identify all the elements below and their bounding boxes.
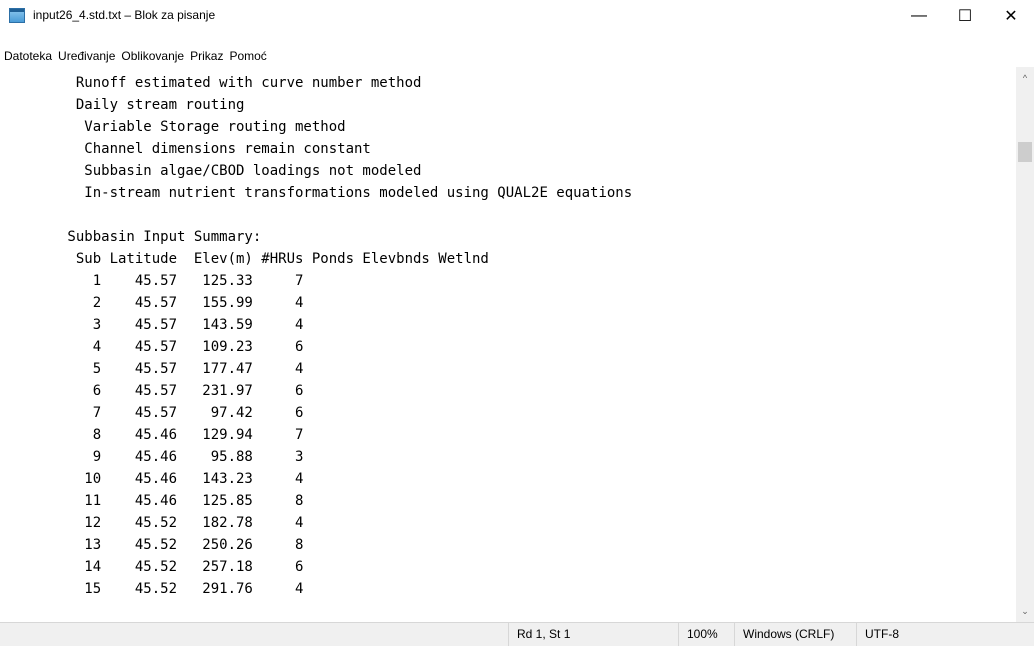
status-cursor-position: Rd 1, St 1 [508,623,678,646]
text-line: 15 45.52 291.76 4 [0,581,304,597]
text-line: 8 45.46 129.94 7 [0,427,304,443]
text-line: Variable Storage routing method [0,119,346,135]
text-line: 11 45.46 125.85 8 [0,493,304,509]
text-line: 1 45.57 125.33 7 [0,273,304,289]
text-line: Sub Latitude Elev(m) #HRUs Ponds Elevbnd… [0,251,489,267]
menu-bar: Datoteka Uređivanje Oblikovanje Prikaz P… [0,46,1034,65]
text-editor[interactable]: Runoff estimated with curve number metho… [0,67,1016,622]
text-line: Runoff estimated with curve number metho… [0,75,422,91]
title-bar: input26_4.std.txt – Blok za pisanje — ☐ … [0,0,1034,31]
text-line: 4 45.57 109.23 6 [0,339,304,355]
status-zoom: 100% [678,623,734,646]
menu-format[interactable]: Oblikovanje [121,49,184,63]
maximize-button[interactable]: ☐ [942,0,988,31]
text-line: 12 45.52 182.78 4 [0,515,304,531]
scroll-up-arrow-icon[interactable]: ^ [1016,69,1034,86]
window-title: input26_4.std.txt – Blok za pisanje [33,8,216,22]
menu-edit[interactable]: Uređivanje [58,49,115,63]
text-line: Channel dimensions remain constant [0,141,371,157]
close-button[interactable]: ✕ [988,0,1034,31]
text-line: 9 45.46 95.88 3 [0,449,304,465]
text-line: In-stream nutrient transformations model… [0,185,633,201]
menu-file[interactable]: Datoteka [4,49,52,63]
minimize-button[interactable]: — [896,0,942,31]
text-line: 7 45.57 97.42 6 [0,405,304,421]
status-line-ending: Windows (CRLF) [734,623,856,646]
status-encoding: UTF-8 [856,623,1016,646]
scroll-down-arrow-icon[interactable]: ⌄ [1016,603,1034,620]
text-line: 10 45.46 143.23 4 [0,471,304,487]
text-line: 5 45.57 177.47 4 [0,361,304,377]
text-line: Daily stream routing [0,97,245,113]
text-line: Subbasin algae/CBOD loadings not modeled [0,163,422,179]
text-line: 2 45.57 155.99 4 [0,295,304,311]
vertical-scrollbar[interactable]: ^ ⌄ [1016,67,1034,622]
menu-view[interactable]: Prikaz [190,49,223,63]
text-line: 14 45.52 257.18 6 [0,559,304,575]
notepad-icon [9,8,25,23]
status-bar: Rd 1, St 1 100% Windows (CRLF) UTF-8 [0,622,1034,646]
text-line: Subbasin Input Summary: [0,229,262,245]
text-line: 3 45.57 143.59 4 [0,317,304,333]
text-line: 6 45.57 231.97 6 [0,383,304,399]
menu-help[interactable]: Pomoć [229,49,266,63]
scroll-thumb[interactable] [1018,142,1032,162]
text-line: 13 45.52 250.26 8 [0,537,304,553]
